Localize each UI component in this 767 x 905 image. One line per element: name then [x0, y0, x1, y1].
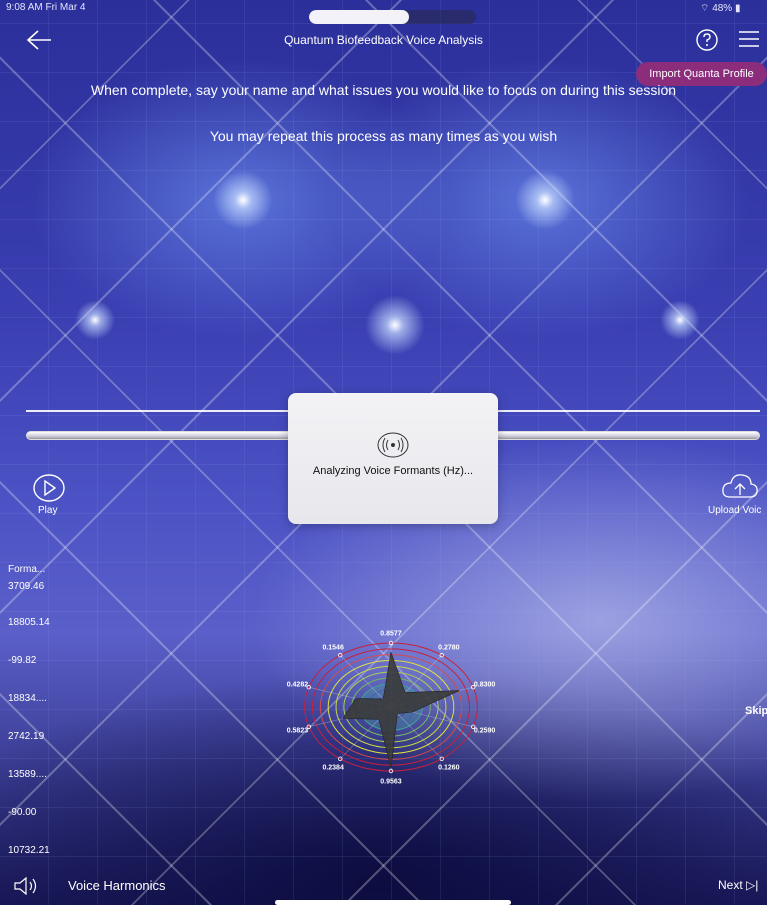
next-button[interactable]: Next ▷| [718, 878, 758, 892]
analyzing-text: Analyzing Voice Formants (Hz)... [312, 465, 474, 477]
radar-series-shape [342, 652, 460, 769]
voice-wave-icon [377, 432, 409, 458]
voice-harmonics-label: Voice Harmonics [68, 878, 166, 893]
skip-forward-icon: ▷| [746, 878, 759, 892]
instruction-line-2: You may repeat this process as many time… [209, 128, 558, 144]
radar-value-label: 0.9563 [380, 779, 402, 786]
battery-icon: ▮ [734, 3, 741, 14]
wifi-icon: ⌔ [700, 3, 710, 14]
radar-value-label: 0.2590 [474, 727, 496, 734]
analyzing-dialog: Analyzing Voice Formants (Hz)... [288, 393, 498, 524]
formant-value: -90.00 [8, 807, 37, 818]
light-spark [75, 300, 115, 340]
volume-button[interactable] [12, 876, 40, 896]
page-title: Quantum Biofeedback Voice Analysis [284, 33, 483, 47]
home-indicator [275, 900, 511, 905]
light-spark [365, 295, 425, 355]
recording-progress [309, 10, 476, 24]
formant-value: 18805.14 [8, 617, 50, 628]
recording-progress-fill [309, 10, 410, 24]
formant-value: 3709.46 [8, 581, 45, 592]
cloud-upload-icon [722, 474, 758, 498]
status-battery: ⌔ 48% ▮ [700, 3, 741, 14]
formant-radar-chart: 0.8577 0.2780 0.8300 0.2590 0.1260 0.9563 0.23… [287, 631, 496, 786]
skip-button[interactable]: Skip [745, 705, 767, 717]
radar-value-label: 0.8300 [474, 682, 496, 689]
help-icon [696, 29, 718, 51]
radar-value-label: 0.8577 [380, 631, 402, 638]
next-label: Next [718, 878, 743, 892]
radar-value-label: 0.1260 [438, 764, 460, 771]
light-spark [660, 300, 700, 340]
status-time: 9:08 AM Fri Mar 4 [6, 2, 86, 13]
play-icon [33, 474, 65, 502]
radar-value-label: 0.5823 [287, 727, 309, 734]
light-spark [515, 170, 575, 230]
upload-voice-label: Upload Voic [708, 505, 762, 516]
radar-value-label: 0.1546 [322, 645, 344, 652]
hamburger-icon [739, 31, 759, 47]
formant-value: -99.82 [8, 655, 37, 666]
play-label: Play [38, 505, 58, 516]
light-spark [213, 170, 273, 230]
formant-value: 13589.... [8, 769, 47, 780]
help-button[interactable] [694, 28, 720, 52]
formant-value: 18834.... [8, 693, 47, 704]
radar-value-label: 0.4282 [287, 682, 309, 689]
menu-button[interactable] [736, 28, 762, 50]
formant-value: 10732.21 [8, 845, 50, 856]
formant-value: 2742.19 [8, 731, 45, 742]
formants-header: Forma... [8, 564, 46, 575]
radar-value-label: 0.2780 [438, 645, 460, 652]
instruction-line-1: When complete, say your name and what is… [90, 82, 677, 98]
speaker-icon [14, 877, 37, 895]
play-button[interactable] [32, 473, 66, 503]
radar-value-label: 0.2384 [322, 764, 344, 771]
upload-voice-button[interactable] [720, 471, 760, 501]
